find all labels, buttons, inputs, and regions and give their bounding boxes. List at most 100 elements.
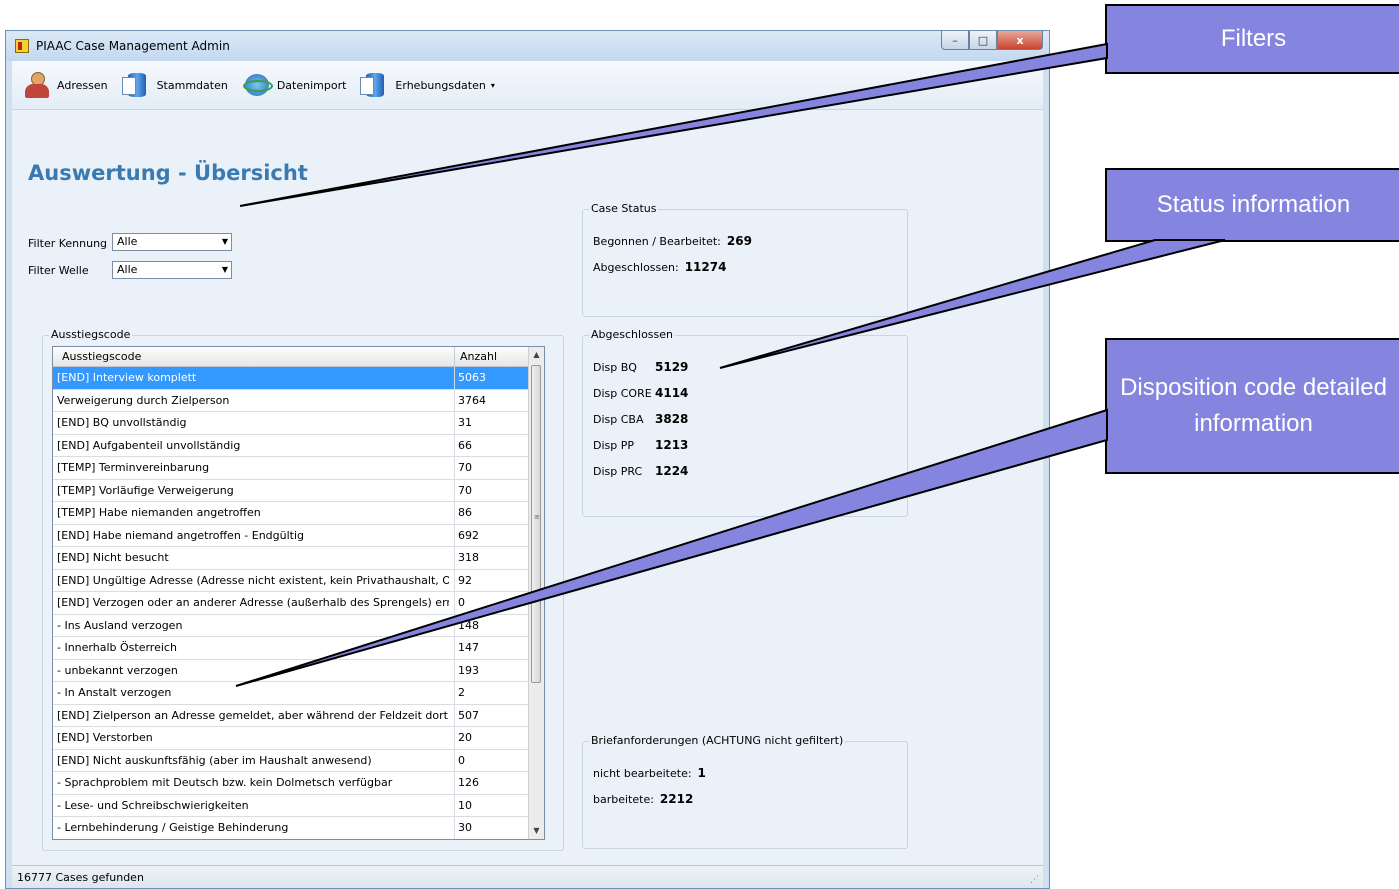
scroll-down-icon[interactable]: ▼ (529, 823, 544, 839)
filter-welle-select[interactable]: Alle ▼ (112, 261, 232, 279)
minimize-button[interactable]: – (941, 31, 969, 50)
case-status-group: Case Status Begonnen / Bearbeitet: 269 Ab… (582, 202, 908, 317)
resize-grip-icon[interactable]: ⋰ (1030, 875, 1039, 885)
row-anzahl: 126 (458, 776, 479, 789)
column-divider[interactable] (454, 347, 455, 366)
table-row[interactable]: [TEMP] Habe niemanden angetroffen 86 (53, 502, 529, 525)
disp-core-value: 4114 (655, 386, 689, 400)
row-anzahl: 31 (458, 416, 472, 429)
table-row[interactable]: - Lernbehinderung / Geistige Behinderung… (53, 817, 529, 839)
toolbar-datenimport-label: Datenimport (276, 78, 347, 92)
table-row[interactable]: [END] Ungültige Adresse (Adresse nicht e… (53, 569, 529, 592)
table-row[interactable]: - In Anstalt verzogen 2 (53, 682, 529, 705)
row-ausstiegscode: [TEMP] Vorläufige Verweigerung (57, 483, 234, 497)
row-anzahl: 86 (458, 506, 472, 519)
database-icon (121, 70, 152, 100)
table-row[interactable]: - Ins Ausland verzogen 148 (53, 614, 529, 637)
row-anzahl: 507 (458, 708, 479, 722)
filter-welle-value: Alle (117, 263, 138, 276)
table-row[interactable]: Verweigerung durch Zielperson 3764 (53, 389, 529, 412)
brief-nicht-row: nicht bearbeitete: 1 (593, 766, 706, 780)
brief-bearbeitet-label: barbeitete: (593, 793, 654, 806)
disp-prc-value: 1224 (655, 464, 689, 478)
row-ausstiegscode: [TEMP] Terminvereinbarung (57, 461, 210, 474)
row-anzahl: 66 (458, 438, 472, 452)
cell-divider (454, 367, 455, 389)
case-status-title: Case Status (589, 202, 659, 215)
scrollbar-thumb[interactable]: ≡ (531, 365, 541, 683)
disp-prc-label: Disp PRC (593, 465, 643, 478)
filter-kennung-label: Filter Kennung (28, 237, 108, 250)
row-anzahl: 0 (458, 753, 465, 767)
table-row[interactable]: [TEMP] Terminvereinbarung 70 (53, 457, 529, 480)
row-anzahl: 20 (458, 731, 472, 744)
row-ausstiegscode: - Sprachproblem mit Deutsch bzw. kein Do… (57, 776, 393, 789)
brief-bearbeitet-value: 2212 (659, 792, 694, 806)
row-anzahl: 692 (458, 528, 479, 542)
brief-nicht-label: nicht bearbeitete: (593, 767, 692, 780)
row-anzahl: 2 (458, 686, 465, 699)
row-anzahl: 147 (458, 641, 479, 654)
table-row[interactable]: - Sprachproblem mit Deutsch bzw. kein Do… (53, 772, 529, 795)
table-row[interactable]: [TEMP] Vorläufige Verweigerung 70 (53, 479, 529, 502)
window-title: PIAAC Case Management Admin (36, 39, 230, 53)
table-row[interactable]: [END] Nicht auskunftsfähig (aber im Haus… (53, 749, 529, 772)
disp-cba-row: Disp CBA 3828 (593, 412, 688, 426)
column-header-anzahl[interactable]: Anzahl (460, 350, 497, 363)
table-row[interactable]: - Lese- und Schreibschwierigkeiten 10 (53, 794, 529, 817)
cell-divider (454, 772, 455, 794)
brief-group: Briefanforderungen (ACHTUNG nicht gefilt… (582, 734, 908, 849)
disp-pp-label: Disp PP (593, 439, 635, 452)
close-button[interactable]: x (997, 31, 1043, 50)
row-anzahl: 193 (458, 663, 479, 677)
scroll-up-icon[interactable]: ▲ (529, 347, 544, 363)
row-ausstiegscode: - unbekannt verzogen (57, 663, 178, 677)
vertical-scrollbar[interactable]: ▲ ≡ ▼ (528, 347, 544, 839)
row-ausstiegscode: [END] Verstorben (57, 731, 153, 744)
column-header-ausstiegscode[interactable]: Ausstiegscode (62, 350, 141, 363)
table-row[interactable]: [END] Verzogen oder an anderer Adresse (… (53, 592, 529, 615)
disp-bq-value: 5129 (655, 360, 689, 374)
table-row[interactable]: [END] Zielperson an Adresse gemeldet, ab… (53, 704, 529, 727)
abgeschlossen-label: Abgeschlossen: (593, 261, 679, 274)
row-ausstiegscode: [END] Ungültige Adresse (Adresse nicht e… (57, 573, 449, 587)
filter-kennung-select[interactable]: Alle ▼ (112, 233, 232, 251)
maximize-button[interactable]: □ (969, 31, 997, 50)
status-bar: 16777 Cases gefunden ⋰ (12, 865, 1043, 888)
disp-pp-value: 1213 (655, 438, 689, 452)
row-anzahl: 3764 (458, 393, 486, 407)
callout-status-information: Status information (1105, 168, 1399, 242)
table-row[interactable]: [END] Habe niemand angetroffen - Endgült… (53, 524, 529, 547)
toolbar-datenimport-button[interactable]: Datenimport (240, 65, 353, 105)
disp-core-row: Disp CORE 4114 (593, 386, 688, 400)
table-row[interactable]: [END] BQ unvollständig 31 (53, 412, 529, 435)
import-icon (242, 70, 273, 100)
toolbar-erhebungsdaten-button[interactable]: Erhebungsdaten ▾ (358, 65, 500, 105)
callout-filters: Filters (1105, 4, 1399, 74)
grip-icon: ≡ (534, 513, 540, 521)
begonnen-label: Begonnen / Bearbeitet: (593, 235, 721, 248)
title-bar[interactable]: PIAAC Case Management Admin – □ x (6, 31, 1049, 61)
callout-disposition-code: Disposition code detailed information (1105, 338, 1399, 474)
cell-divider (454, 749, 455, 771)
row-ausstiegscode: - In Anstalt verzogen (57, 686, 172, 699)
cell-divider (454, 637, 455, 659)
toolbar-adressen-button[interactable]: Adressen (20, 65, 114, 105)
row-ausstiegscode: [END] Interview komplett (57, 371, 197, 384)
cell-divider (454, 434, 455, 456)
table-row[interactable]: [END] Aufgabenteil unvollständig 66 (53, 434, 529, 457)
ausstiegscode-group-title: Ausstiegscode (49, 328, 133, 341)
toolbar-stammdaten-button[interactable]: Stammdaten (120, 65, 234, 105)
table-row[interactable]: [END] Nicht besucht 318 (53, 547, 529, 570)
row-ausstiegscode: Verweigerung durch Zielperson (57, 393, 230, 407)
table-row[interactable]: - unbekannt verzogen 193 (53, 659, 529, 682)
table-row[interactable]: [END] Interview komplett 5063 (53, 367, 529, 390)
row-anzahl: 318 (458, 551, 479, 564)
table-row[interactable]: - Innerhalb Österreich 147 (53, 637, 529, 660)
cell-divider (454, 457, 455, 479)
row-ausstiegscode: [END] Nicht auskunftsfähig (aber im Haus… (57, 753, 372, 767)
ausstiegscode-table[interactable]: Ausstiegscode Anzahl [END] Interview kom… (52, 346, 545, 840)
table-row[interactable]: [END] Verstorben 20 (53, 727, 529, 750)
toolbar-adressen-label: Adressen (57, 78, 108, 92)
toolbar-erhebungsdaten-label: Erhebungsdaten (395, 78, 486, 92)
